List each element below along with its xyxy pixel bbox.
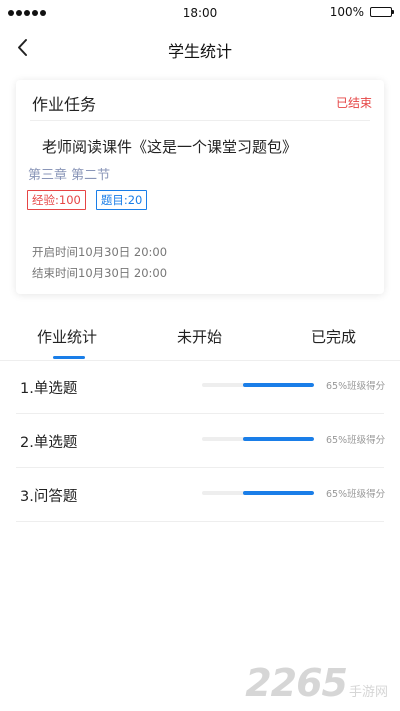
status-badge: 已结束 <box>335 96 372 110</box>
end-time: 结束时间10月30日 20:00 <box>32 266 168 280</box>
tab-bar: 作业统计 未开始 已完成 <box>0 318 400 361</box>
start-time: 开启时间10月30日 20:00 <box>32 245 168 259</box>
list-item[interactable]: 2.单选题 65%班级得分 <box>16 414 386 468</box>
question-count-tag: 题目:20 <box>95 190 148 210</box>
list-item[interactable]: 1.单选题 65%班级得分 <box>16 360 386 414</box>
experience-tag: 经验:100 <box>27 190 86 210</box>
tab-homework-stats[interactable]: 作业统计 <box>37 326 97 347</box>
tab-indicator <box>53 356 85 359</box>
list-item[interactable]: 3.问答题 65%班级得分 <box>16 468 386 522</box>
watermark-logo: 2265 手游网 <box>245 661 388 705</box>
progress-fill <box>243 383 314 387</box>
chapter-label: 第三章 第二节 <box>28 168 111 183</box>
card-title: 作业任务 <box>32 95 97 114</box>
tag-group: 经验:100 题目:20 <box>27 190 148 210</box>
watermark-number: 2265 <box>245 661 348 705</box>
question-list: 1.单选题 65%班级得分 2.单选题 65%班级得分 3.问答题 65%班级得… <box>0 360 400 522</box>
score-label: 65%班级得分 <box>326 489 386 500</box>
progress-fill <box>243 491 314 495</box>
assignment-card: 作业任务 已结束 老师阅读课件《这是一个课堂习题包》 第三章 第二节 经验:10… <box>16 80 384 294</box>
progress-bar <box>202 437 314 441</box>
watermark-text: 手游网 <box>348 685 388 700</box>
nav-bar: 学生统计 <box>0 26 400 70</box>
battery-percent: 100% <box>329 5 364 19</box>
battery-icon <box>370 7 394 17</box>
progress-fill <box>243 437 314 441</box>
score-label: 65%班级得分 <box>326 381 386 392</box>
page-title: 学生统计 <box>167 42 232 61</box>
score-label: 65%班级得分 <box>326 435 386 446</box>
battery: 100% <box>329 5 394 19</box>
progress-bar <box>202 383 314 387</box>
progress-bar <box>202 491 314 495</box>
course-title: 老师阅读课件《这是一个课堂习题包》 <box>42 138 298 156</box>
status-bar: 18:00 100% <box>0 0 400 26</box>
question-name: 2.单选题 <box>20 435 78 451</box>
divider <box>30 120 370 121</box>
question-name: 1.单选题 <box>20 381 78 397</box>
question-name: 3.问答题 <box>20 489 78 505</box>
tab-not-started[interactable]: 未开始 <box>177 326 222 347</box>
tab-completed[interactable]: 已完成 <box>311 326 356 347</box>
